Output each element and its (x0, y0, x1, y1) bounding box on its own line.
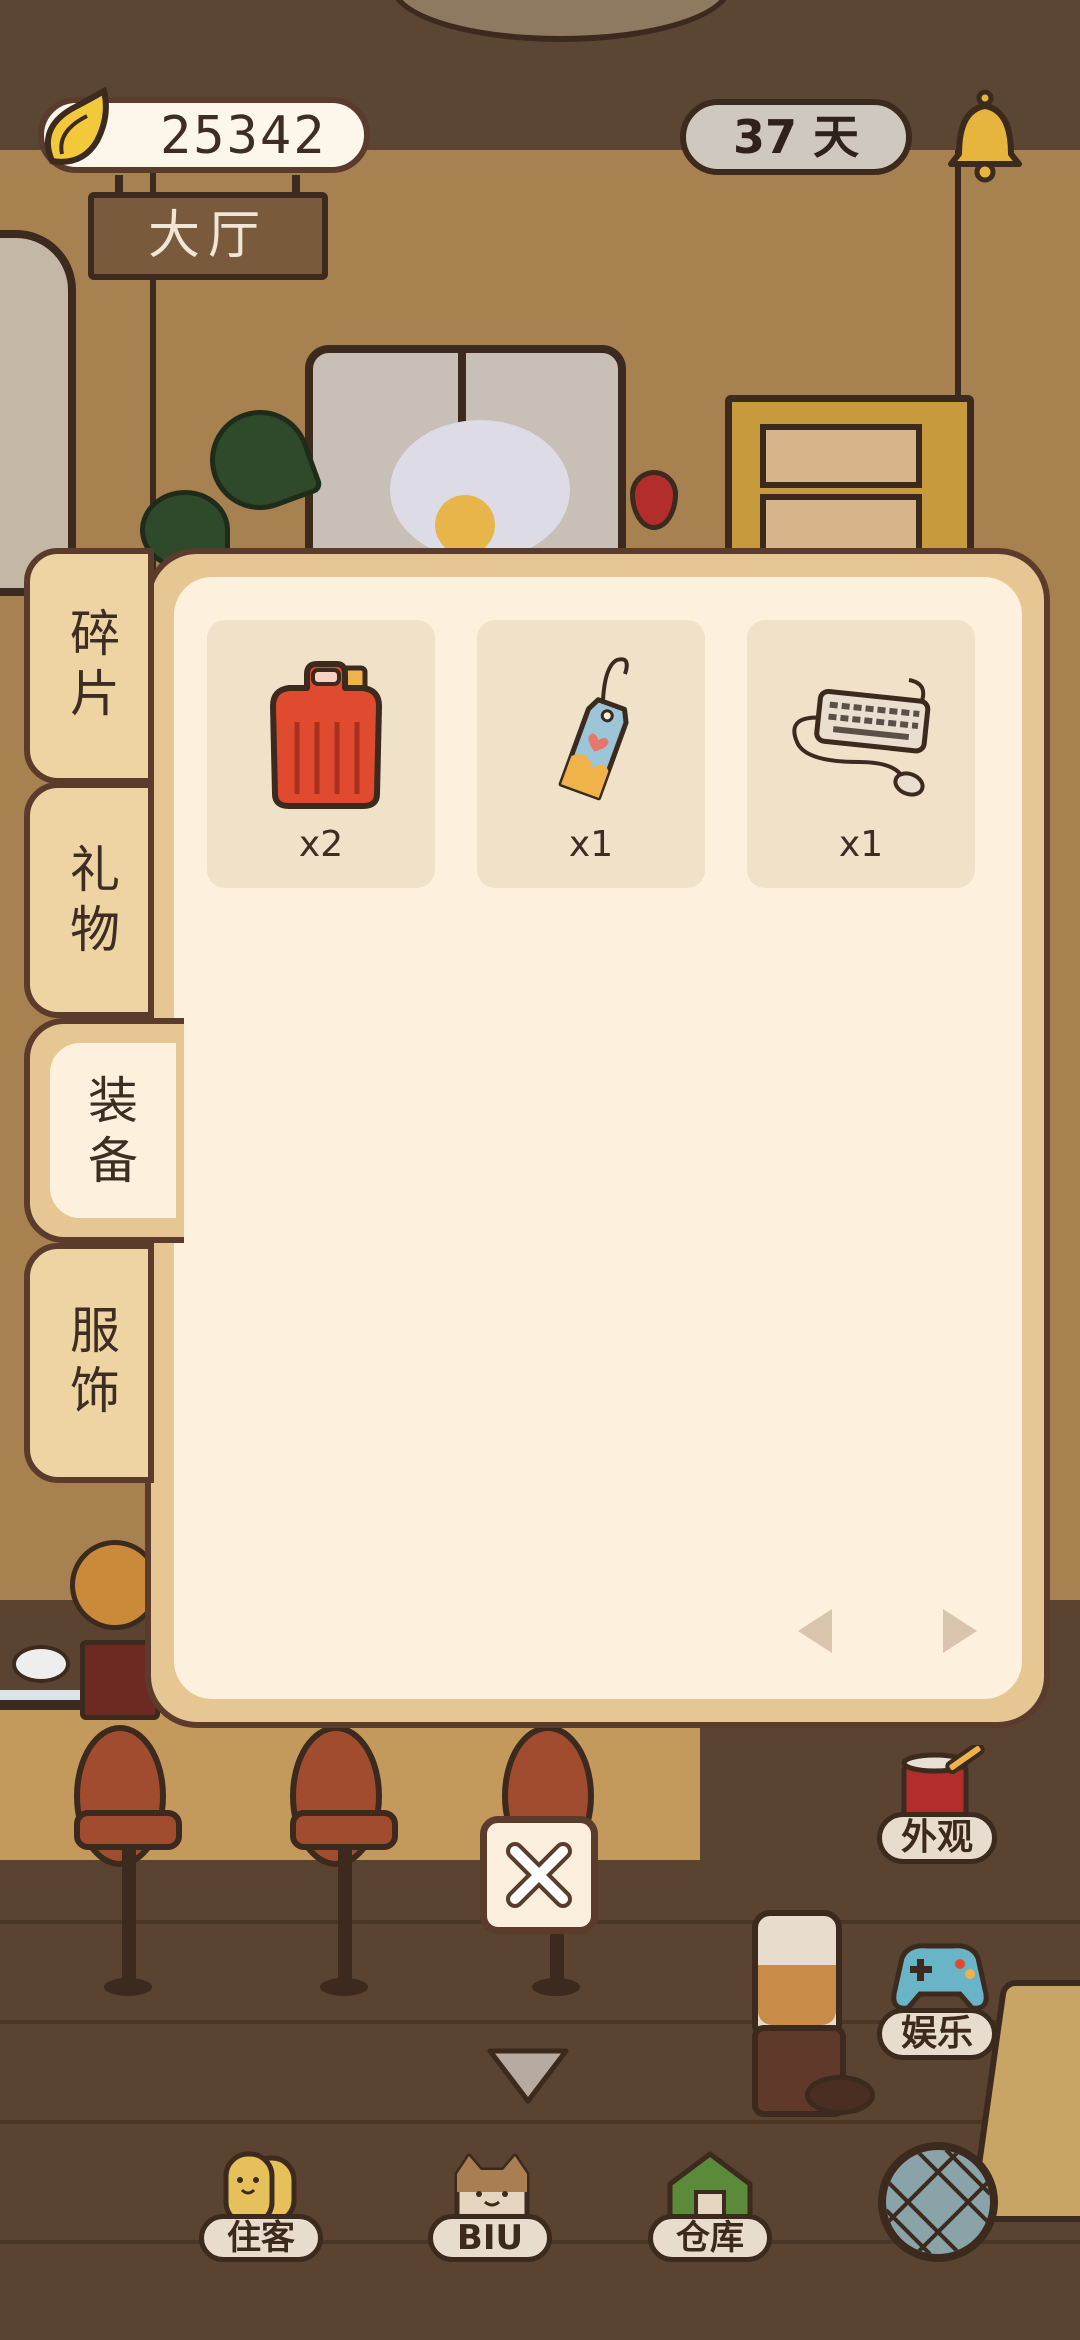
fuel-can-icon (270, 661, 382, 809)
biu-button[interactable]: BIU (428, 2214, 552, 2262)
tab-label: 服饰 (30, 1301, 160, 1421)
bell-icon[interactable] (945, 88, 1025, 184)
keyboard-mouse-icon (792, 678, 931, 797)
stool-leg (122, 1845, 136, 1985)
yarn-ball-icon[interactable] (878, 2142, 998, 2262)
tab-equipment[interactable]: 装备 (50, 1043, 176, 1218)
tab-label: 装备 (50, 1071, 176, 1191)
close-button[interactable] (480, 1816, 598, 1934)
stool-ring (74, 1810, 182, 1850)
item-quantity: x1 (838, 824, 884, 865)
price-tag-icon (558, 657, 629, 801)
tab-label-text: 碎片 (70, 605, 120, 723)
appearance-button[interactable]: 外观 (877, 1812, 997, 1864)
item-quantity: x2 (298, 824, 344, 865)
item-quantity: x1 (568, 824, 614, 865)
residents-button[interactable]: 住客 (199, 2214, 323, 2262)
tab-label: 碎片 (30, 604, 160, 724)
tab-gifts[interactable]: 礼物 (24, 782, 154, 1018)
cabinet-drawer (760, 424, 922, 488)
floor-board-line (0, 2120, 1080, 2124)
previous-page-arrow-icon[interactable] (794, 1605, 838, 1657)
stool-leg (338, 1845, 352, 1985)
stool-base (104, 1978, 152, 1996)
tab-fragments[interactable]: 碎片 (24, 548, 154, 784)
egg-yolk (435, 495, 495, 555)
tab-label-text: 礼物 (70, 841, 120, 959)
stool-ring (290, 1810, 398, 1850)
yarn-ball-pattern (886, 2150, 990, 2254)
left-doorway (0, 230, 76, 596)
stool-base (320, 1978, 368, 1996)
tab-label-text: 装备 (88, 1072, 138, 1190)
tab-apparel[interactable]: 服饰 (24, 1243, 154, 1483)
next-page-arrow-icon[interactable] (937, 1605, 981, 1657)
cat-feeder-bowl (805, 2075, 875, 2115)
close-icon (506, 1842, 572, 1908)
stool-base (532, 1978, 580, 1996)
entertainment-button[interactable]: 娱乐 (877, 2008, 997, 2060)
collapse-arrow-icon[interactable] (484, 2045, 572, 2107)
inventory-slot[interactable]: x1 (747, 620, 975, 888)
tab-label: 礼物 (30, 840, 160, 960)
inventory-slot[interactable]: x2 (207, 620, 435, 888)
stool-leg (550, 1930, 564, 1985)
days-counter: 37 天 (680, 99, 912, 175)
storage-button[interactable]: 仓库 (648, 2214, 772, 2262)
dessert-plate (12, 1645, 70, 1683)
inventory-slot[interactable]: x1 (477, 620, 705, 888)
gamepad-icon[interactable] (888, 1938, 992, 2014)
room-name-sign: 大厅 (88, 192, 328, 280)
banana-icon (45, 86, 109, 165)
coin-amount: 25342 (160, 106, 327, 166)
cat-feeder-food (758, 1965, 836, 2025)
tab-label-text: 服饰 (70, 1302, 120, 1420)
